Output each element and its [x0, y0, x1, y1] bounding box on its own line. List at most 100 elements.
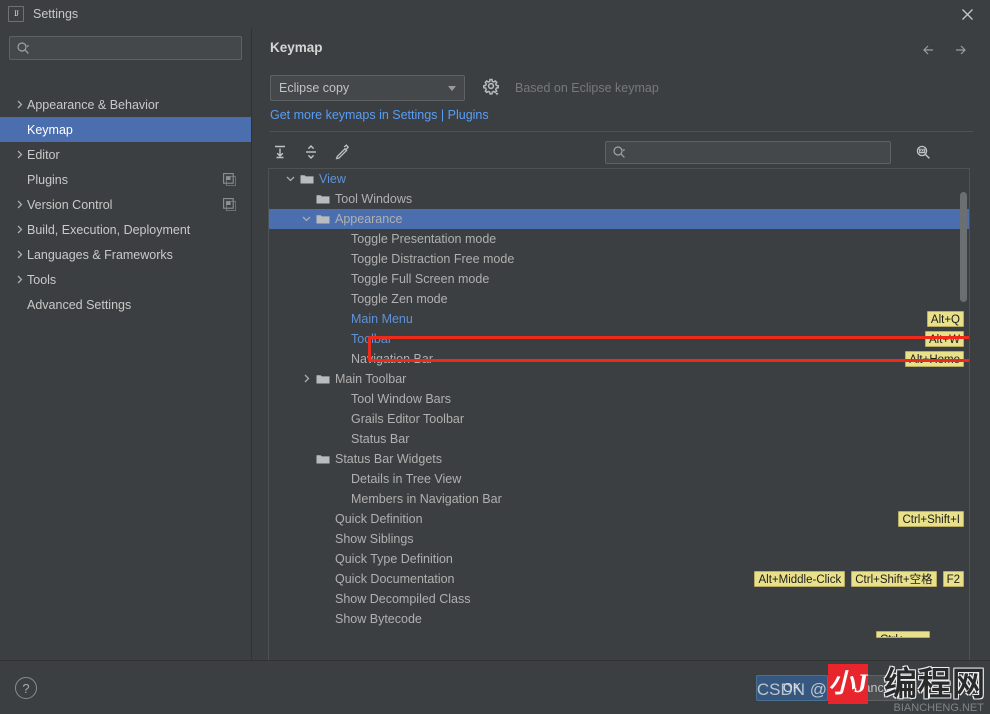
tree-row[interactable]: Quick Documentation Alt+Middle-Click Ctrl+…	[269, 569, 969, 589]
tree-row[interactable]: Toggle Full Screen mode	[269, 269, 969, 289]
twisty-placeholder	[317, 353, 330, 366]
tree-row[interactable]: Quick Type Definition	[269, 549, 969, 569]
sidebar-item-label: Plugins	[27, 172, 68, 187]
tree-row-label: View	[319, 172, 346, 186]
chevron-down-icon	[448, 85, 456, 91]
arrow-right-icon[interactable]	[952, 40, 972, 60]
tree-row[interactable]: Navigation Bar Alt+Home	[269, 349, 969, 369]
tree-row[interactable]: Status Bar	[269, 429, 969, 449]
sidebar-item-plugins[interactable]: Plugins	[0, 167, 251, 192]
shortcut-badge: Ctrl+Shift+I	[898, 511, 964, 527]
sidebar-item-version-control[interactable]: Version Control	[0, 192, 251, 217]
tree-row[interactable]: Show Decompiled Class	[269, 589, 969, 609]
search-icon	[612, 145, 627, 160]
tree-row[interactable]: Show Siblings	[269, 529, 969, 549]
tree-row-label: Main Menu	[351, 312, 413, 326]
chevron-right-icon	[14, 249, 27, 260]
ok-button[interactable]: OK	[756, 675, 828, 701]
keymap-panel: Keymap Eclipse copy Based on Eclipse key…	[253, 28, 990, 662]
twisty-placeholder	[317, 493, 330, 506]
sidebar-item-appearance-behavior[interactable]: Appearance & Behavior	[0, 92, 251, 117]
tree-row-label: Main Toolbar	[335, 372, 407, 386]
chevron-right-icon[interactable]	[301, 373, 314, 386]
tree-search-input[interactable]	[632, 142, 886, 163]
tree-scrollbar-thumb[interactable]	[960, 192, 967, 302]
tree-row[interactable]: Grails Editor Toolbar	[269, 409, 969, 429]
tree-row[interactable]: Toggle Zen mode	[269, 289, 969, 309]
twisty-placeholder	[317, 433, 330, 446]
tree-row-label: Navigation Bar	[351, 352, 433, 366]
search-icon	[16, 41, 31, 56]
tree-row[interactable]: View	[269, 169, 969, 189]
panel-nav-arrows	[920, 40, 972, 60]
sidebar-item-label: Appearance & Behavior	[27, 97, 160, 112]
tree-scrollbar[interactable]	[959, 170, 968, 661]
tree-row-label: Toolbar	[351, 332, 392, 346]
find-by-shortcut-icon[interactable]	[911, 141, 935, 165]
tree-row[interactable]: Details in Tree View	[269, 469, 969, 489]
twisty-placeholder	[301, 593, 314, 606]
help-button[interactable]: ?	[15, 677, 37, 699]
pencil-edit-icon[interactable]	[330, 140, 354, 164]
tree-row[interactable]: Toggle Presentation mode	[269, 229, 969, 249]
tree-row[interactable]: Tool Windows	[269, 189, 969, 209]
cancel-button[interactable]: Cancel	[836, 675, 912, 701]
tree-row[interactable]: Ctrl+	[269, 629, 969, 649]
sidebar-item-build-execution-deployment[interactable]: Build, Execution, Deployment	[0, 217, 251, 242]
chevron-right-icon	[14, 99, 27, 110]
twisty-placeholder	[317, 233, 330, 246]
chevron-down-icon[interactable]	[285, 173, 298, 186]
tree-row[interactable]: Status Bar Widgets	[269, 449, 969, 469]
sidebar-item-label: Build, Execution, Deployment	[27, 222, 191, 237]
sidebar-item-keymap[interactable]: Keymap	[0, 117, 251, 142]
sidebar-item-label: Tools	[27, 272, 57, 287]
sidebar-item-advanced-settings[interactable]: Advanced Settings	[0, 292, 251, 317]
tree-row-label: Quick Documentation	[335, 572, 455, 586]
tree-row[interactable]: Main Menu Alt+Q	[269, 309, 969, 329]
tree-toolbar	[268, 140, 354, 164]
tree-row[interactable]: Quick Definition Ctrl+Shift+I	[269, 509, 969, 529]
shortcut-badges: Ctrl+Shift+I	[898, 511, 964, 527]
dialog-footer: ? OK Cancel	[0, 660, 990, 714]
get-more-keymaps-link[interactable]: Get more keymaps in Settings | Plugins	[270, 108, 489, 122]
shortcut-badges: Alt+Home	[905, 351, 964, 367]
tree-row-label: Appearance	[335, 212, 403, 226]
tree-row-label: Show Bytecode	[335, 612, 422, 626]
tree-row[interactable]: Toolbar Alt+W	[269, 329, 969, 349]
tree-row[interactable]: Appearance	[269, 209, 969, 229]
twisty-placeholder	[317, 393, 330, 406]
sidebar-search-input[interactable]	[36, 37, 237, 59]
tree-row[interactable]: Main Toolbar	[269, 369, 969, 389]
expand-all-icon[interactable]	[268, 140, 292, 164]
tree-row[interactable]: Toggle Distraction Free mode	[269, 249, 969, 269]
tree-row-label: Status Bar Widgets	[335, 452, 442, 466]
twisty-placeholder	[317, 273, 330, 286]
sidebar-item-editor[interactable]: Editor	[0, 142, 251, 167]
keymap-select[interactable]: Eclipse copy	[270, 75, 465, 101]
twisty-placeholder	[317, 413, 330, 426]
gear-icon[interactable]	[481, 77, 503, 99]
arrow-left-icon[interactable]	[920, 40, 940, 60]
collapse-all-icon[interactable]	[299, 140, 323, 164]
shortcut-badge: Alt+Middle-Click	[754, 571, 846, 587]
tree-row[interactable]: Members in Navigation Bar	[269, 489, 969, 509]
shortcut-badge: Ctrl+	[876, 631, 930, 638]
keymap-tree-rows: View Tool Windows Appearance Toggle Present…	[269, 169, 969, 649]
tree-row[interactable]: Tool Window Bars	[269, 389, 969, 409]
sidebar-item-tools[interactable]: Tools	[0, 267, 251, 292]
twisty-placeholder	[317, 253, 330, 266]
chevron-down-icon[interactable]	[301, 213, 314, 226]
copy-icon	[223, 198, 237, 212]
copy-icon	[223, 173, 237, 187]
tree-row-label: Toggle Full Screen mode	[351, 272, 490, 286]
sidebar-search-box[interactable]	[9, 36, 242, 60]
tree-search-box[interactable]	[605, 141, 891, 164]
tree-row[interactable]: Show Bytecode	[269, 609, 969, 629]
sidebar-item-label: Version Control	[27, 197, 113, 212]
window-title: Settings	[33, 7, 79, 21]
close-icon[interactable]	[944, 0, 990, 28]
sidebar-item-languages-frameworks[interactable]: Languages & Frameworks	[0, 242, 251, 267]
keymap-tree[interactable]: View Tool Windows Appearance Toggle Present…	[268, 168, 970, 662]
twisty-placeholder	[301, 533, 314, 546]
tree-row-label: Members in Navigation Bar	[351, 492, 502, 506]
